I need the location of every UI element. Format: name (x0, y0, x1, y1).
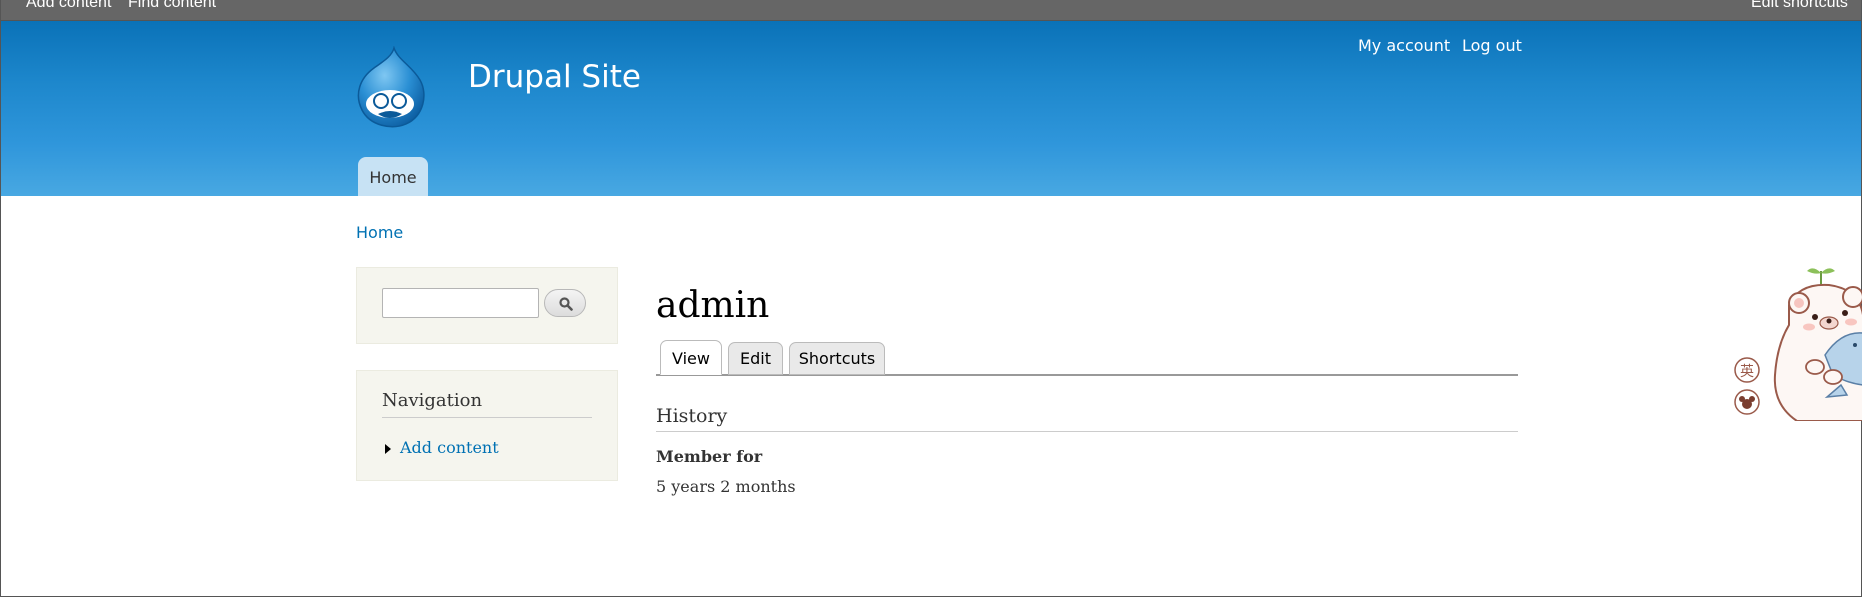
tab-edit[interactable]: Edit (728, 342, 783, 375)
bear-mascot-icon: 英 (1734, 268, 1862, 421)
breadcrumb-home-link[interactable]: Home (356, 223, 403, 242)
tabs-divider (656, 374, 1518, 376)
primary-tab-home[interactable]: Home (358, 157, 428, 196)
search-block (356, 267, 618, 344)
search-input[interactable] (382, 288, 539, 318)
nav-item-add-content[interactable]: Add content (382, 438, 499, 457)
page-title: admin (656, 285, 770, 326)
toolbar-add-content-link[interactable]: Add content (26, 0, 111, 12)
navigation-title: Navigation (382, 390, 592, 418)
my-account-link[interactable]: My account (1358, 36, 1450, 55)
member-for-value: 5 years 2 months (656, 477, 796, 496)
nav-link-add-content[interactable]: Add content (400, 438, 499, 457)
tab-view[interactable]: View (660, 340, 722, 375)
history-heading: History (656, 405, 1518, 432)
log-out-link[interactable]: Log out (1462, 36, 1522, 55)
search-icon (559, 297, 573, 311)
drupal-drop-icon[interactable] (354, 46, 430, 128)
member-for-label: Member for (656, 447, 763, 466)
admin-toolbar: Add content Find content Edit shortcuts (1, 0, 1861, 21)
toolbar-find-content-link[interactable]: Find content (128, 0, 216, 12)
site-header: Drupal Site My account Log out Home (1, 21, 1861, 196)
tab-shortcuts[interactable]: Shortcuts (789, 342, 885, 375)
collapsed-arrow-icon (385, 444, 391, 454)
navigation-block: Navigation Add content (356, 370, 618, 481)
mascot-badge-char: 英 (1740, 363, 1754, 380)
search-button[interactable] (544, 289, 586, 317)
toolbar-edit-shortcuts-link[interactable]: Edit shortcuts (1751, 0, 1848, 12)
site-name[interactable]: Drupal Site (468, 59, 641, 95)
